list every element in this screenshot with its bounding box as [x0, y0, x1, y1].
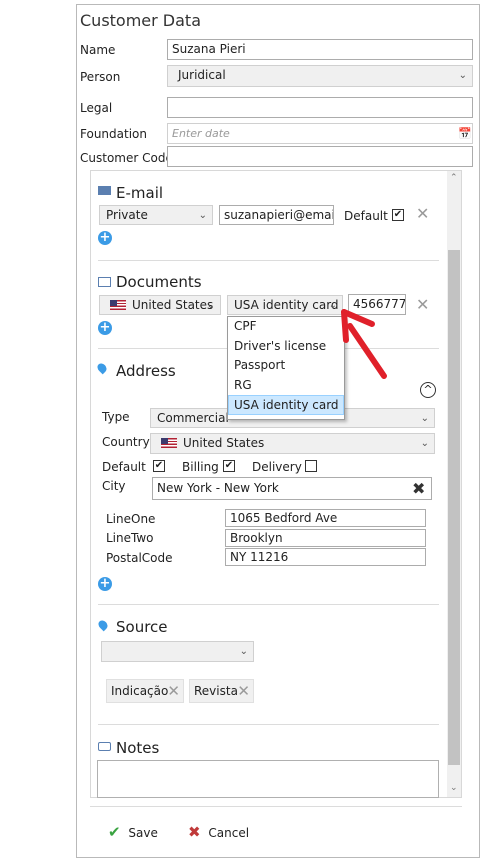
add-email-icon[interactable]: +: [98, 231, 112, 245]
email-default-label: Default: [344, 209, 388, 223]
remove-document-icon[interactable]: ✕: [416, 295, 429, 314]
address-country-value: United States: [183, 436, 265, 450]
person-select[interactable]: Juridical ⌄: [167, 65, 473, 87]
dropdown-option[interactable]: Passport: [228, 356, 344, 376]
divider: [90, 806, 462, 807]
address-section-title: Address: [116, 362, 176, 380]
documents-section-title: Documents: [116, 273, 202, 291]
email-default-checkbox[interactable]: ✔: [392, 209, 404, 221]
chevron-down-icon: ⌄: [420, 438, 429, 449]
source-tag-label: Revista: [194, 684, 238, 698]
divider: [98, 260, 439, 261]
us-flag-icon: [161, 438, 177, 448]
remove-tag-icon[interactable]: ✕: [237, 680, 250, 702]
foundation-placeholder: Enter date: [172, 127, 230, 140]
billing-label: Billing: [182, 460, 219, 474]
source-tag: Indicação ✕: [106, 679, 184, 703]
delivery-label: Delivery: [252, 460, 302, 474]
cancel-button[interactable]: ✖ Cancel: [188, 823, 249, 841]
email-type-value: Private: [106, 208, 148, 222]
line-two-label: LineTwo: [106, 531, 154, 545]
source-section-title: Source: [116, 618, 168, 636]
scrollbar-thumb[interactable]: [448, 250, 460, 765]
notes-textarea[interactable]: [97, 760, 439, 798]
address-default-checkbox[interactable]: ✔: [153, 460, 165, 472]
legal-label: Legal: [80, 101, 113, 115]
dropdown-option-selected[interactable]: USA identity card: [228, 395, 344, 415]
person-label: Person: [80, 70, 121, 84]
customer-code-label: Customer Code: [80, 151, 173, 165]
cancel-x-icon: ✖: [188, 823, 201, 841]
dropdown-option[interactable]: Driver's license: [228, 337, 344, 357]
document-country-value: United States: [132, 298, 214, 312]
scroll-up-icon[interactable]: ⌃: [450, 173, 458, 183]
document-type-dropdown: CPF Driver's license Passport RG USA ide…: [227, 316, 345, 420]
save-button[interactable]: ✔ Save: [108, 823, 158, 841]
divider: [98, 604, 439, 605]
notes-section-title: Notes: [116, 739, 160, 757]
address-country-select[interactable]: United States ⌄: [150, 433, 435, 454]
city-label: City: [102, 479, 126, 493]
save-button-label: Save: [128, 826, 158, 840]
line-one-input[interactable]: 1065 Bedford Ave: [225, 509, 426, 527]
chevron-down-icon: ⌄: [239, 646, 248, 657]
document-type-select[interactable]: USA identity card ⌄: [227, 295, 343, 315]
postal-code-label: PostalCode: [106, 551, 173, 565]
person-select-value: Juridical: [178, 68, 226, 82]
address-default-label: Default: [102, 460, 146, 474]
chevron-down-icon: ⌄: [198, 210, 207, 221]
envelope-icon: [98, 186, 111, 195]
foundation-label: Foundation: [80, 127, 147, 141]
address-type-value: Commercial: [157, 411, 229, 425]
document-type-value: USA identity card: [234, 298, 339, 312]
email-type-select[interactable]: Private ⌄: [99, 205, 213, 225]
remove-tag-icon[interactable]: ✕: [167, 680, 180, 702]
window-title: Customer Data: [80, 11, 202, 30]
remove-email-icon[interactable]: ✕: [416, 204, 429, 223]
calendar-icon[interactable]: 📅: [458, 127, 472, 140]
scroll-down-icon[interactable]: ⌄: [450, 783, 458, 793]
chevron-down-icon: ⌄: [206, 300, 215, 311]
customer-code-input[interactable]: [167, 146, 473, 167]
dropdown-option[interactable]: RG: [228, 376, 344, 396]
cancel-button-label: Cancel: [208, 826, 250, 840]
divider: [98, 724, 439, 725]
address-type-label: Type: [102, 410, 130, 424]
clear-city-icon[interactable]: ✖: [412, 479, 425, 498]
email-section-title: E-mail: [116, 184, 164, 202]
city-input[interactable]: New York - New York: [152, 477, 432, 500]
postal-code-input[interactable]: NY 11216: [225, 548, 426, 566]
foundation-date-input[interactable]: Enter date: [167, 123, 473, 144]
id-card-icon: [98, 277, 111, 287]
red-arrow-annotation: [341, 309, 387, 379]
name-label: Name: [80, 43, 116, 57]
document-country-select[interactable]: United States ⌄: [99, 295, 221, 315]
source-tag-label: Indicação: [111, 684, 169, 698]
email-address-input[interactable]: suzanapieri@email.co: [219, 205, 334, 225]
address-country-label: Country: [102, 435, 150, 449]
billing-checkbox[interactable]: ✔: [223, 460, 235, 472]
collapse-address-icon[interactable]: ^: [420, 382, 436, 398]
chevron-down-icon: ⌄: [458, 70, 467, 81]
line-two-input[interactable]: Brooklyn: [225, 529, 426, 547]
checkmark-icon: ✔: [108, 823, 121, 841]
add-address-icon[interactable]: +: [98, 577, 112, 591]
line-one-label: LineOne: [106, 512, 156, 526]
source-tag: Revista ✕: [189, 679, 254, 703]
source-select[interactable]: ⌄: [101, 641, 254, 662]
us-flag-icon: [110, 300, 126, 310]
delivery-checkbox[interactable]: [305, 460, 317, 472]
dropdown-option[interactable]: CPF: [228, 317, 344, 337]
comment-icon: [98, 742, 111, 751]
name-input[interactable]: Suzana Pieri: [167, 39, 473, 60]
chevron-down-icon: ⌄: [420, 413, 429, 424]
legal-input[interactable]: [167, 97, 473, 118]
add-document-icon[interactable]: +: [98, 321, 112, 335]
